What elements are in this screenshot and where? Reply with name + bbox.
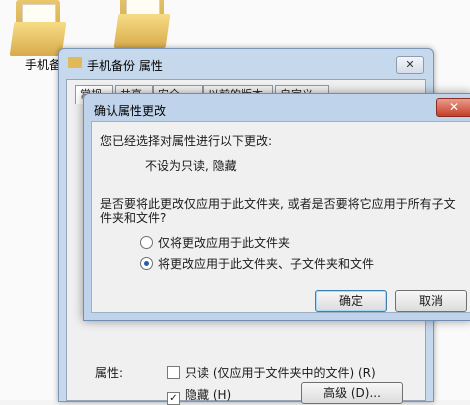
radio-all-label: 将更改应用于此文件夹、子文件夹和文件 xyxy=(158,257,375,271)
close-icon[interactable]: ✕ xyxy=(436,98,470,117)
dialog-body: 您已经选择对属性进行以下更改: 不设为只读, 隐藏 是否要将此更改仅应用于此文件… xyxy=(91,121,470,313)
readonly-checkbox-row[interactable]: 只读 (仅应用于文件夹中的文件) (R) xyxy=(167,364,376,381)
folder-icon xyxy=(68,57,82,68)
cancel-button[interactable]: 取消 xyxy=(395,290,467,312)
hidden-checkbox[interactable]: ✓ xyxy=(167,392,180,405)
radio-this-folder[interactable]: 仅将更改应用于此文件夹 xyxy=(140,234,290,251)
dialog-title: 确认属性更改 xyxy=(94,104,167,118)
folder-label[interactable]: 手机备 xyxy=(25,56,61,73)
attributes-label: 属性: xyxy=(95,366,124,380)
readonly-label: 只读 (仅应用于文件夹中的文件) (R) xyxy=(185,366,376,380)
confirm-attribute-dialog: 确认属性更改 ✕ 您已经选择对属性进行以下更改: 不设为只读, 隐藏 是否要将此… xyxy=(83,93,470,321)
folder-icon[interactable] xyxy=(112,0,172,52)
dialog-question-line2: 件夹和文件? xyxy=(100,211,167,225)
radio-this-folder-label: 仅将更改应用于此文件夹 xyxy=(158,236,291,250)
properties-title: 手机备份 属性 xyxy=(87,59,163,73)
readonly-checkbox[interactable] xyxy=(167,366,180,379)
hidden-checkbox-row[interactable]: ✓ 隐藏 (H) xyxy=(167,386,231,405)
advanced-button[interactable]: 高级 (D)... xyxy=(301,382,403,404)
properties-titlebar[interactable]: 手机备份 属性 ✕ xyxy=(59,49,433,79)
radio-all[interactable]: 将更改应用于此文件夹、子文件夹和文件 xyxy=(140,255,374,272)
ok-button[interactable]: 确定 xyxy=(315,290,387,312)
radio-button[interactable] xyxy=(140,236,153,249)
close-icon[interactable]: ✕ xyxy=(396,56,424,74)
radio-button-selected[interactable] xyxy=(140,257,153,270)
dialog-changes: 不设为只读, 隐藏 xyxy=(145,159,237,173)
dialog-intro: 您已经选择对属性进行以下更改: xyxy=(100,134,273,148)
